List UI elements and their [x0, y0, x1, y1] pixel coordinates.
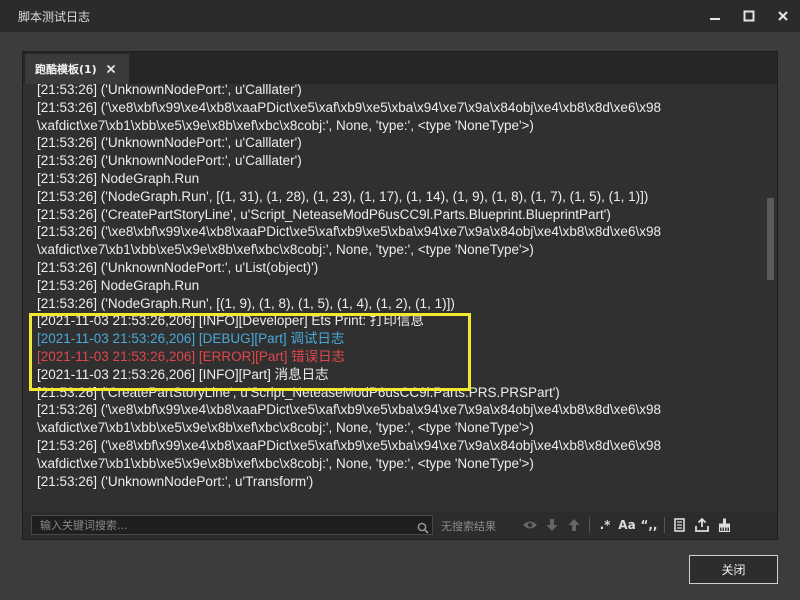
minimize-button[interactable] [698, 0, 732, 32]
log-line: [2021-11-03 21:53:26,206] [INFO][Part] 消… [37, 366, 329, 382]
log-line: \xafdict\xe7\xb1\xbb\xe5\x9e\x8b\xef\xbc… [37, 420, 534, 436]
close-window-button[interactable] [766, 0, 800, 32]
clear-log-button[interactable] [713, 511, 735, 539]
window-controls [698, 0, 800, 32]
log-toolbar: .* Aa “,, [519, 511, 735, 539]
log-line: [2021-11-03 21:53:26,206] [ERROR][Part] … [37, 348, 346, 364]
log-line: \xafdict\xe7\xb1\xbb\xe5\x9e\x8b\xef\xbc… [37, 242, 534, 258]
log-line: [21:53:26] NodeGraph.Run [37, 277, 200, 293]
log-lines: [21:53:26] ('UnknownNodePort:', u'Callla… [37, 84, 763, 490]
window-title: 脚本测试日志 [18, 9, 91, 24]
vertical-scrollbar[interactable] [766, 84, 775, 511]
maximize-button[interactable] [732, 0, 766, 32]
log-line: [2021-11-03 21:53:26,206] [DEBUG][Part] … [37, 331, 345, 347]
clear-icon [718, 518, 730, 532]
match-case-toggle[interactable]: Aa [616, 511, 638, 539]
search-box [31, 515, 433, 535]
export-icon [695, 518, 709, 532]
log-line: [21:53:26] ('\xe8\xbf\x99\xe4\xb8\xaaPDi… [37, 437, 661, 453]
copy-icon [673, 518, 685, 532]
log-line: [21:53:26] ('UnknownNodePort:', u'Transf… [37, 473, 314, 489]
next-match-button[interactable] [541, 511, 563, 539]
whole-word-toggle[interactable]: “,, [638, 511, 660, 539]
whole-word-label: “,, [640, 518, 658, 532]
search-result-status: 无搜索结果 [441, 520, 496, 533]
log-line: \xafdict\xe7\xb1\xbb\xe5\x9e\x8b\xef\xbc… [37, 117, 534, 133]
log-line: [21:53:26] ('UnknownNodePort:', u'List(o… [37, 259, 319, 275]
close-icon [778, 11, 788, 21]
log-line: [21:53:26] NodeGraph.Run [37, 170, 200, 186]
toolbar-divider [589, 517, 590, 533]
arrow-up-icon [568, 519, 580, 531]
log-line: [21:53:26] ('CreatePartStoryLine', u'Scr… [37, 384, 560, 400]
maximize-icon [743, 10, 755, 22]
log-line: \xafdict\xe7\xb1\xbb\xe5\x9e\x8b\xef\xbc… [37, 455, 534, 471]
log-line: [21:53:26] ('UnknownNodePort:', u'Callla… [37, 84, 302, 97]
title-bar: 脚本测试日志 [0, 0, 800, 32]
prev-match-button[interactable] [563, 511, 585, 539]
search-icon[interactable] [417, 519, 429, 538]
tab-label: 跑酷模板(1) [35, 63, 97, 76]
log-line: [21:53:26] ('\xe8\xbf\x99\xe4\xb8\xaaPDi… [37, 402, 661, 418]
scrollbar-thumb[interactable] [767, 198, 774, 280]
log-line: [21:53:26] ('\xe8\xbf\x99\xe4\xb8\xaaPDi… [37, 224, 661, 240]
log-line: [21:53:26] ('CreatePartStoryLine', u'Scr… [37, 206, 611, 222]
close-icon [106, 64, 115, 74]
log-line: [21:53:26] ('NodeGraph.Run', [(1, 9), (1… [37, 295, 455, 311]
log-output[interactable]: [21:53:26] ('UnknownNodePort:', u'Callla… [23, 84, 777, 511]
log-line: [21:53:26] ('NodeGraph.Run', [(1, 31), (… [37, 188, 649, 204]
log-panel: 跑酷模板(1) [21:53:26] ('UnknownNodePort:', … [22, 51, 778, 540]
regex-toggle[interactable]: .* [594, 511, 616, 539]
toolbar-divider [664, 517, 665, 533]
minimize-icon [710, 18, 720, 20]
log-line: [21:53:26] ('UnknownNodePort:', u'Callla… [37, 135, 302, 151]
search-input[interactable] [32, 516, 420, 534]
export-log-button[interactable] [691, 511, 713, 539]
close-button[interactable]: 关闭 [689, 555, 778, 584]
tab-strip: 跑酷模板(1) [23, 52, 777, 84]
log-line: [2021-11-03 21:53:26,206] [INFO][Develop… [37, 313, 424, 329]
regex-label: .* [599, 518, 611, 532]
toggle-visibility-button[interactable] [519, 511, 541, 539]
match-case-label: Aa [618, 518, 636, 532]
search-bar: 无搜索结果 .* Aa “,, [23, 511, 777, 539]
tab-parkour-template[interactable]: 跑酷模板(1) [25, 54, 129, 84]
arrow-down-icon [546, 519, 558, 531]
tab-close-button[interactable] [106, 64, 116, 74]
log-line: [21:53:26] ('\xe8\xbf\x99\xe4\xb8\xaaPDi… [37, 99, 661, 115]
log-line: [21:53:26] ('UnknownNodePort:', u'Callla… [37, 153, 302, 169]
eye-icon [523, 521, 537, 529]
copy-log-button[interactable] [669, 511, 691, 539]
